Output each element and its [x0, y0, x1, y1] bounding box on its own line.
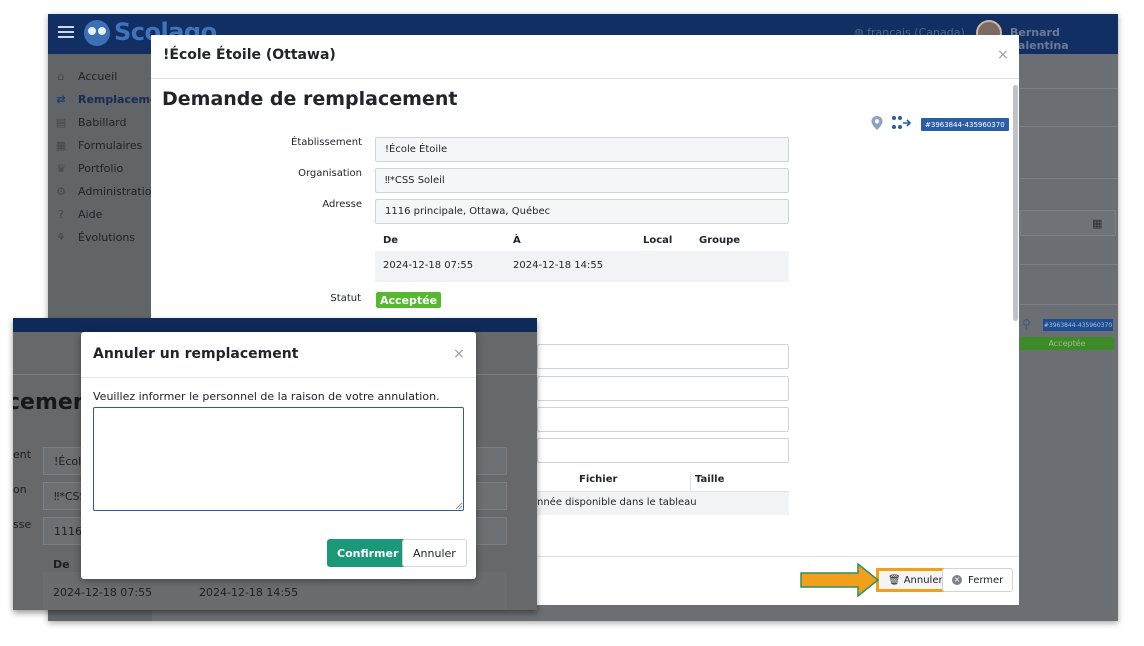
status-badge: Acceptée: [1020, 337, 1114, 350]
column-header: De: [383, 235, 399, 246]
files-table-header: Fichier Taille: [537, 470, 789, 492]
confirm-button[interactable]: Confirmer: [327, 539, 409, 567]
inset-topbar: [13, 318, 537, 332]
schedule-table-header: De À Local Groupe: [375, 235, 789, 251]
sidebar-item-label: Évolutions: [78, 230, 136, 244]
organisation-field[interactable]: ‼*CSS Soleil: [375, 168, 789, 193]
inset-start: 2024-12-18 07:55: [53, 586, 153, 599]
owl-logo-icon: [84, 20, 110, 46]
dialog-instruction: Veuillez informer le personnel de la rai…: [93, 390, 440, 403]
divider: [1020, 126, 1118, 127]
sidebar-item-label: Babillard: [78, 115, 127, 129]
sidebar-item-babillard[interactable]: ▤ Babillard: [54, 112, 127, 132]
page-title: Demande de remplacement: [162, 88, 458, 110]
schedule-start: 2024-12-18 07:55: [383, 260, 474, 271]
trophy-icon: ♛: [56, 161, 66, 175]
inset-label: ent: [13, 448, 32, 461]
sidebar-item-label: Aide: [78, 207, 103, 221]
column-header: À: [513, 235, 521, 246]
table-row: nnée disponible dans le tableau: [537, 492, 789, 515]
modal-header: !École Étoile (Ottawa) ×: [151, 35, 1019, 79]
adresse-field[interactable]: 1116 principale, Ottawa, Québec: [375, 199, 789, 224]
status-badge: Acceptée: [376, 292, 442, 308]
divider: [1020, 304, 1118, 305]
sidebar-item-accueil[interactable]: ⌂ Accueil: [54, 66, 118, 86]
sidebar-item-label: Accueil: [78, 69, 118, 83]
column-header: Fichier: [579, 474, 618, 485]
trash-icon: 🗑: [888, 574, 901, 586]
column-header: Local: [643, 235, 673, 246]
sidebar-item-formulaires[interactable]: ▦ Formulaires: [54, 135, 143, 155]
map-pin-icon: ⚲: [1022, 317, 1031, 331]
route-icon[interactable]: [891, 115, 913, 131]
divider: [1020, 178, 1118, 179]
button-label: Annuler: [903, 574, 943, 586]
modal-header-title: !École Étoile (Ottawa): [163, 47, 336, 63]
detail-field[interactable]: [537, 344, 789, 369]
close-icon[interactable]: ×: [997, 47, 1009, 63]
cancel-reason-textarea[interactable]: [93, 407, 464, 511]
divider: [1020, 264, 1118, 265]
column-header: Taille: [695, 474, 725, 485]
sidebar-item-label: Administration: [78, 184, 159, 198]
help-icon: ?: [58, 207, 64, 221]
request-id-tag: #3963844-435960370: [921, 118, 1009, 131]
highlight-arrow-icon: [800, 563, 880, 597]
sidebar-item-aide[interactable]: ? Aide: [54, 204, 102, 224]
calendar-icon[interactable]: ▦: [1092, 217, 1102, 230]
sprout-icon: ⚘: [56, 230, 66, 244]
inset-end: 2024-12-18 14:55: [199, 586, 299, 599]
schedule-end: 2024-12-18 14:55: [513, 260, 604, 271]
cancel-replacement-dialog: Annuler un remplacement × Veuillez infor…: [81, 332, 476, 579]
inset-label: sse: [13, 518, 32, 531]
inset-label: on: [13, 483, 27, 496]
adresse-label: Adresse: [322, 199, 362, 210]
empty-table-message: nnée disponible dans le tableau: [537, 497, 697, 508]
resize-grip-icon[interactable]: [455, 502, 463, 510]
detail-field[interactable]: [537, 438, 789, 463]
detail-field[interactable]: [537, 376, 789, 401]
swap-icon: ⇄: [56, 92, 66, 106]
etablissement-field[interactable]: !École Étoile: [375, 137, 789, 162]
close-circle-icon: ×: [952, 575, 962, 585]
sidebar-item-portfolio[interactable]: ♛ Portfolio: [54, 158, 123, 178]
gear-icon: ⚙: [56, 184, 66, 198]
hamburger-icon[interactable]: [58, 26, 74, 28]
user-name[interactable]: Bernard Valentina: [1010, 26, 1118, 52]
button-label: Fermer: [968, 574, 1004, 586]
statut-label: Statut: [330, 293, 361, 304]
board-icon: ▤: [55, 115, 67, 129]
detail-field[interactable]: [537, 407, 789, 432]
inset-column-header: De: [53, 558, 70, 571]
home-icon: ⌂: [57, 69, 65, 83]
divider: [1020, 88, 1118, 89]
fermer-button[interactable]: × Fermer: [942, 568, 1014, 592]
sidebar-item-label: Formulaires: [78, 138, 143, 152]
sidebar-item-administration[interactable]: ⚙ Administration: [54, 181, 159, 201]
cancel-button[interactable]: Annuler: [402, 539, 467, 567]
request-id-tag: #3963844-435960370: [1043, 319, 1113, 331]
sidebar-item-label: Portfolio: [78, 161, 124, 175]
dialog-header: Annuler un remplacement ×: [81, 332, 476, 378]
column-header: Groupe: [699, 235, 741, 246]
table-row: 2024-12-18 07:55 2024-12-18 14:55: [375, 251, 789, 282]
etablissement-label: Établissement: [291, 137, 362, 148]
dialog-title: Annuler un remplacement: [93, 346, 299, 362]
sidebar-item-evolutions[interactable]: ⚘ Évolutions: [54, 227, 135, 247]
map-pin-icon[interactable]: [870, 115, 884, 131]
form-icon: ▦: [55, 138, 67, 152]
organisation-label: Organisation: [298, 168, 362, 179]
close-icon[interactable]: ×: [453, 346, 465, 362]
scrollbar[interactable]: [1013, 85, 1018, 321]
divider: [690, 472, 691, 490]
